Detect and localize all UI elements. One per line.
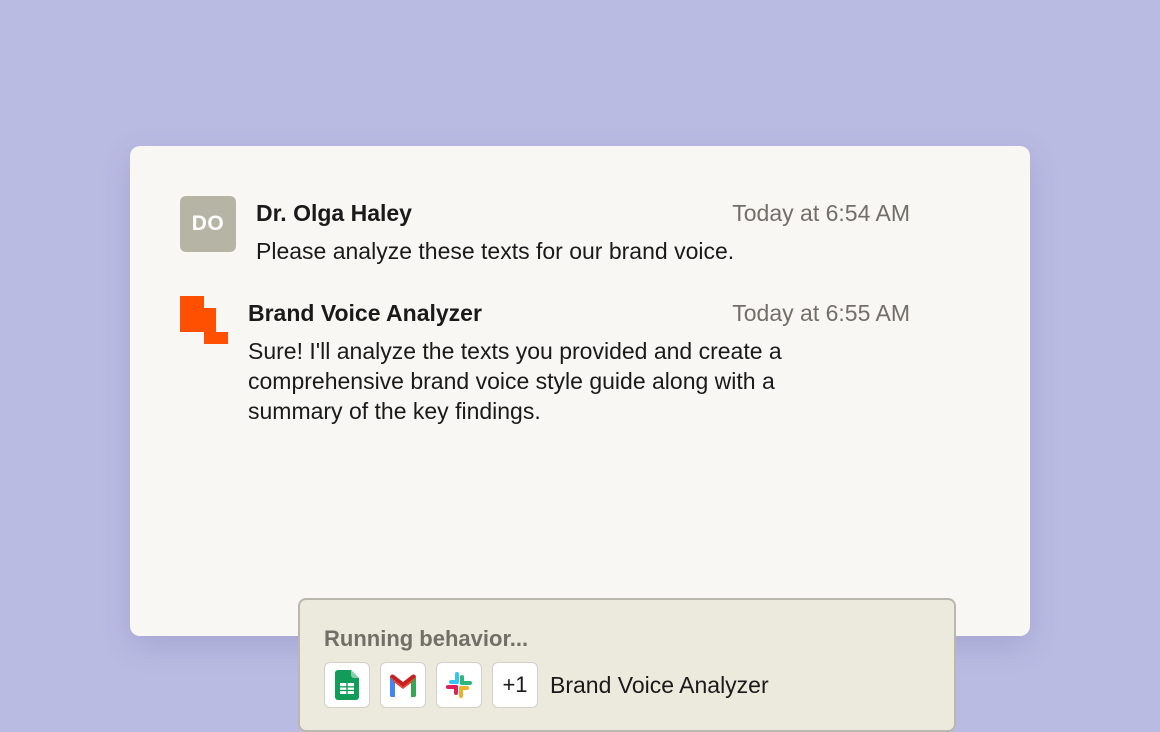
chat-card: DO Dr. Olga Haley Today at 6:54 AM Pleas… bbox=[130, 146, 1030, 732]
gmail-icon bbox=[380, 662, 426, 708]
behavior-name: Brand Voice Analyzer bbox=[550, 671, 769, 698]
avatar: DO bbox=[180, 196, 236, 252]
message-timestamp: Today at 6:54 AM bbox=[732, 199, 910, 226]
behavior-status-card[interactable]: Running behavior... +1 Brand Voice Analy… bbox=[298, 598, 956, 732]
more-apps-badge[interactable]: +1 bbox=[492, 662, 538, 708]
sender-name: Dr. Olga Haley bbox=[256, 199, 412, 226]
message-header: Dr. Olga Haley Today at 6:54 AM bbox=[256, 198, 910, 228]
app-icon-row: +1 Brand Voice Analyzer bbox=[324, 662, 769, 708]
slack-icon bbox=[436, 662, 482, 708]
sender-name: Brand Voice Analyzer bbox=[248, 299, 482, 326]
message-header: Brand Voice Analyzer Today at 6:55 AM bbox=[248, 298, 910, 328]
behavior-status: Running behavior... bbox=[324, 626, 529, 651]
brand-logo-icon bbox=[180, 296, 228, 344]
google-sheets-icon bbox=[324, 662, 370, 708]
message-timestamp: Today at 6:55 AM bbox=[732, 299, 910, 326]
message-text: Please analyze these texts for our brand… bbox=[256, 238, 735, 264]
message-text: Sure! I'll analyze the texts you provide… bbox=[248, 338, 782, 424]
